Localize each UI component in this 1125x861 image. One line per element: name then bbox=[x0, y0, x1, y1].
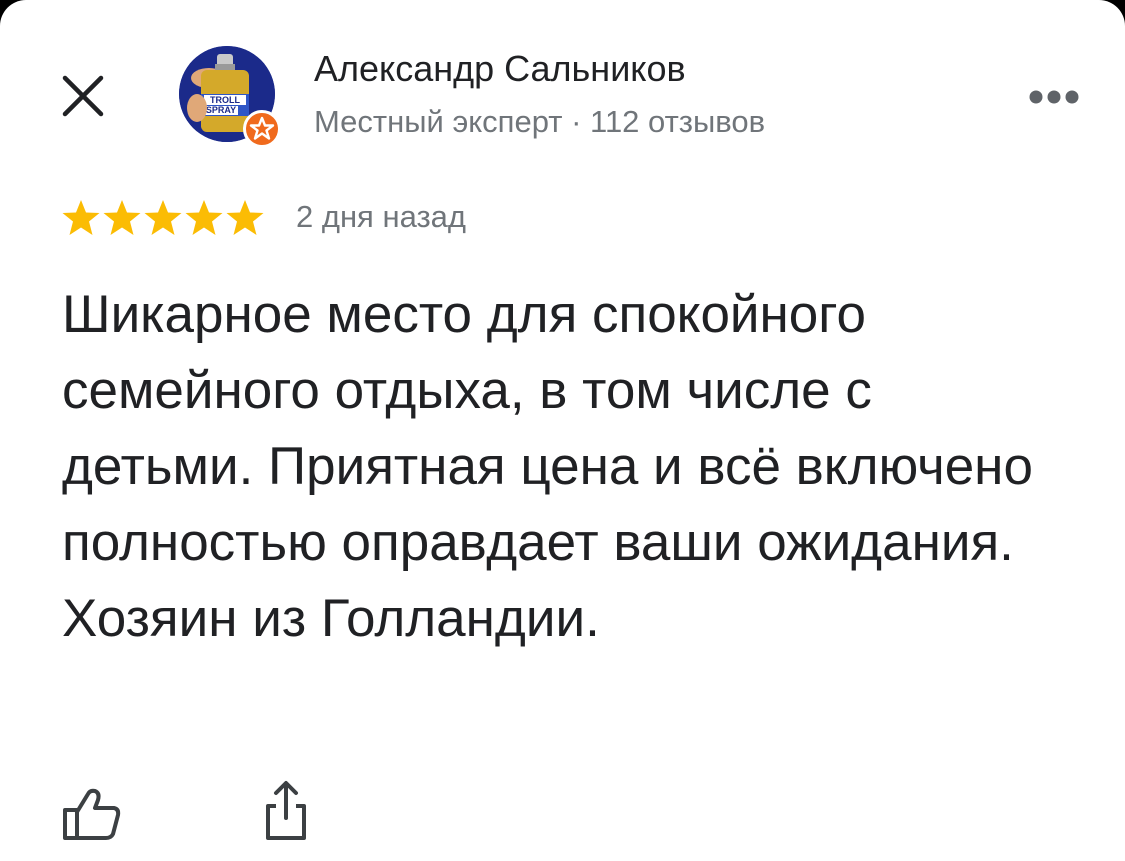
share-icon bbox=[266, 781, 306, 840]
star-icon bbox=[144, 200, 182, 235]
close-button[interactable] bbox=[58, 71, 108, 121]
review-text: Шикарное место для спокойного семейного … bbox=[62, 285, 1033, 648]
avatar-text-spray: SPRAY bbox=[206, 105, 236, 115]
star-icon bbox=[226, 200, 264, 235]
more-icon bbox=[1029, 90, 1079, 104]
share-button[interactable] bbox=[262, 780, 310, 842]
star-icon bbox=[185, 200, 223, 235]
star-rating bbox=[61, 198, 265, 238]
star-icon bbox=[62, 200, 100, 235]
star-icon bbox=[103, 200, 141, 235]
thumbs-up-icon bbox=[63, 788, 121, 840]
review-date: 2 дня назад bbox=[296, 199, 467, 234]
like-button[interactable] bbox=[62, 786, 122, 842]
avatar-text-troll: TROLL bbox=[210, 95, 240, 105]
more-options-button[interactable] bbox=[1026, 82, 1082, 112]
author-meta: Местный эксперт · 112 отзывов bbox=[314, 104, 766, 139]
avatar[interactable]: TROLL SPRAY bbox=[179, 46, 281, 148]
review-sheet: TROLL SPRAY Александр Сальников Местный … bbox=[0, 0, 1125, 861]
close-icon bbox=[62, 75, 104, 117]
author-name[interactable]: Александр Сальников bbox=[314, 48, 686, 90]
local-guide-badge-icon bbox=[243, 110, 281, 148]
